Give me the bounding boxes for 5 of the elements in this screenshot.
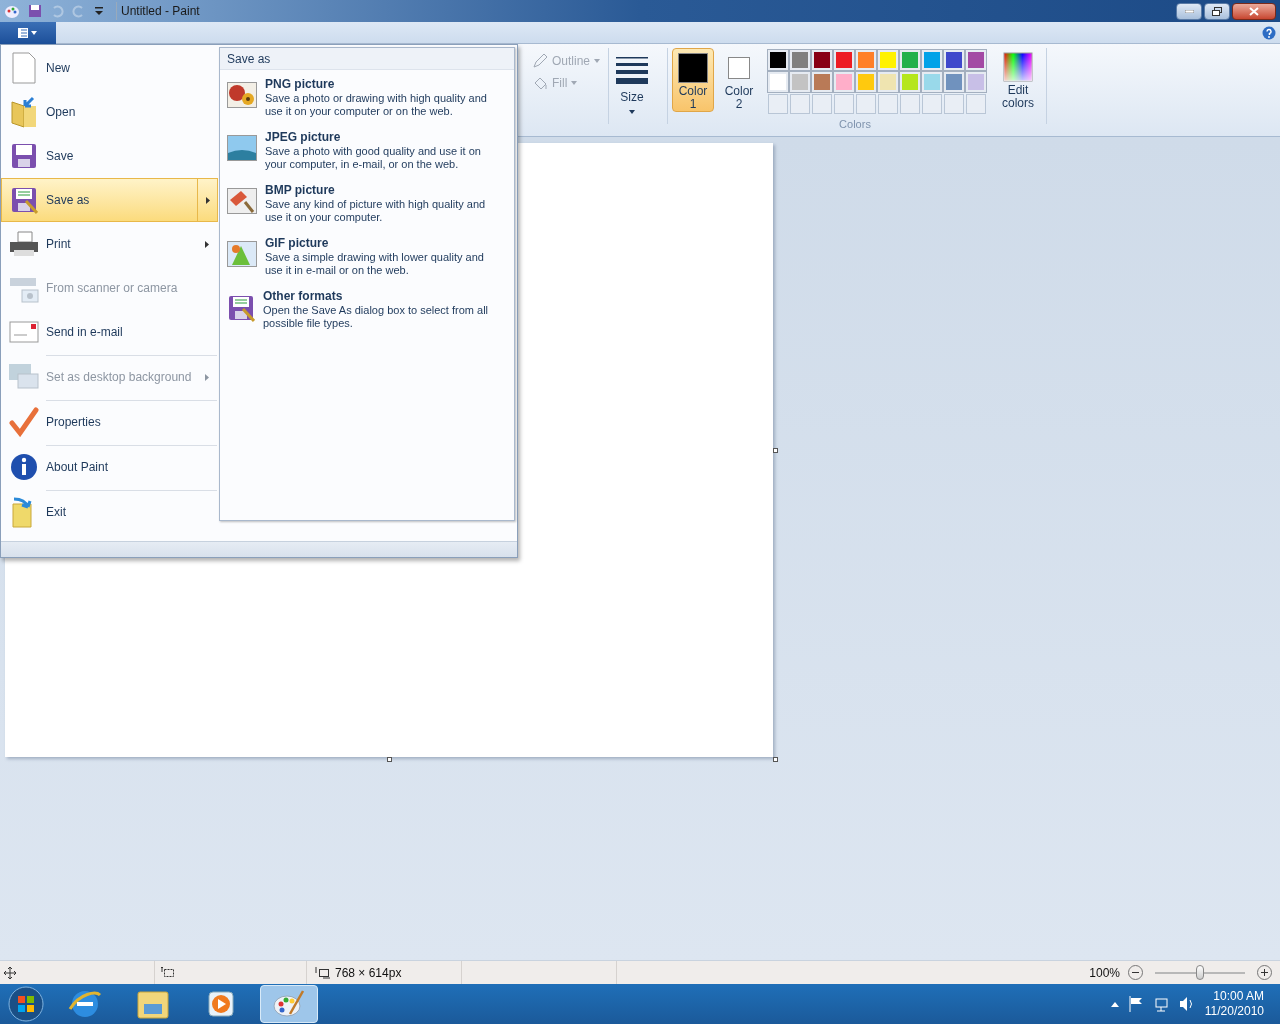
submenu-header: Save as bbox=[220, 48, 514, 70]
zoom-level-text: 100% bbox=[1089, 964, 1120, 982]
window-title: Untitled - Paint bbox=[116, 2, 200, 20]
canvas-size-text: 768 × 614px bbox=[335, 964, 402, 982]
group-label: Colors bbox=[838, 116, 872, 132]
